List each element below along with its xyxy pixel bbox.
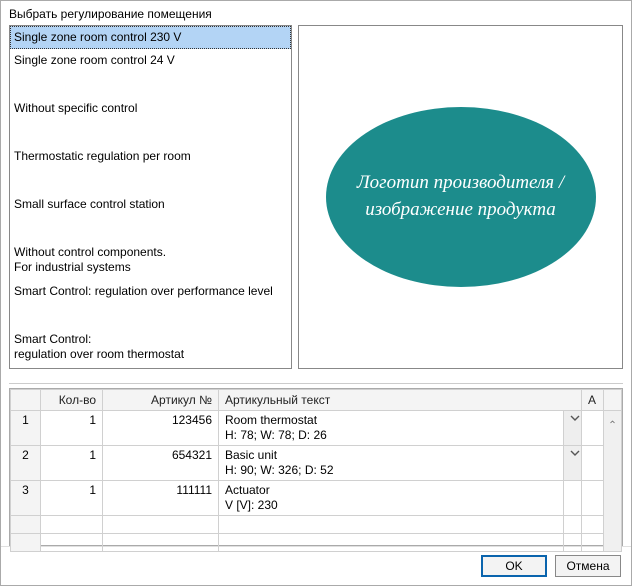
cell-qty[interactable]: 1	[41, 481, 103, 516]
cell-qty[interactable]: 1	[41, 411, 103, 446]
row-index: 1	[11, 411, 41, 446]
cell-article-text[interactable]: Actuator V [V]: 230	[219, 481, 564, 516]
hdr-index	[11, 390, 41, 411]
hdr-a[interactable]: А	[582, 390, 604, 411]
cell-a[interactable]	[582, 446, 604, 481]
list-item[interactable]: Without specific control	[10, 97, 291, 121]
cell-article-no[interactable]: 654321	[103, 446, 219, 481]
list-item[interactable]	[10, 169, 291, 193]
article-table: Кол-во Артикул № Артикульный текст А 111…	[10, 389, 622, 552]
list-item[interactable]: Smart Control, one basic unit: operation…	[10, 367, 291, 369]
divider	[9, 383, 623, 384]
hdr-scroll	[604, 390, 622, 411]
hdr-qty[interactable]: Кол-во	[41, 390, 103, 411]
hdr-article-text[interactable]: Артикульный текст	[219, 390, 582, 411]
chevron-down-icon[interactable]	[563, 446, 581, 481]
table-row	[11, 516, 622, 534]
article-table-wrap: Кол-во Артикул № Артикульный текст А 111…	[1, 388, 631, 546]
cell-article-text[interactable]: Basic unit H: 90; W: 326; D: 52	[219, 446, 564, 481]
dialog-title: Выбрать регулирование помещения	[1, 1, 631, 25]
preview-panel: Логотип производителя / изображение прод…	[298, 25, 623, 369]
table-header-row: Кол-во Артикул № Артикульный текст А	[11, 390, 622, 411]
cell-qty[interactable]: 1	[41, 446, 103, 481]
chevron-down-icon[interactable]	[563, 411, 581, 446]
table-row[interactable]: 31111111Actuator V [V]: 230	[11, 481, 622, 516]
table-row	[11, 534, 622, 552]
list-item[interactable]: Small surface control station	[10, 193, 291, 217]
cell-a[interactable]	[582, 481, 604, 516]
cell-article-no[interactable]: 111111	[103, 481, 219, 516]
list-item[interactable]: Smart Control: regulation over performan…	[10, 280, 291, 304]
list-item[interactable]	[10, 73, 291, 97]
list-item[interactable]: Single zone room control 24 V	[10, 49, 291, 73]
room-control-list[interactable]: Single zone room control 230 VSingle zon…	[9, 25, 292, 369]
list-item[interactable]: Without control components. For industri…	[10, 241, 291, 280]
list-item[interactable]: Thermostatic regulation per room	[10, 145, 291, 169]
preview-placeholder-ellipse: Логотип производителя / изображение прод…	[326, 107, 596, 287]
list-item[interactable]: Single zone room control 230 V	[10, 26, 291, 49]
ok-button[interactable]: OK	[481, 555, 547, 577]
row-index: 3	[11, 481, 41, 516]
cancel-button[interactable]: Отмена	[555, 555, 621, 577]
cell-a[interactable]	[582, 411, 604, 446]
upper-pane: Single zone room control 230 VSingle zon…	[1, 25, 631, 369]
list-item[interactable]	[10, 217, 291, 241]
scrollbar[interactable]	[604, 411, 622, 552]
list-item[interactable]	[10, 304, 291, 328]
cell-empty	[563, 481, 581, 516]
list-item[interactable]: Smart Control: regulation over room ther…	[10, 328, 291, 367]
table-row[interactable]: 21654321Basic unit H: 90; W: 326; D: 52	[11, 446, 622, 481]
article-table-box: Кол-во Артикул № Артикульный текст А 111…	[9, 388, 623, 546]
hdr-article-no[interactable]: Артикул №	[103, 390, 219, 411]
scroll-up-icon[interactable]	[610, 413, 615, 431]
table-row[interactable]: 11123456Room thermostat H: 78; W: 78; D:…	[11, 411, 622, 446]
list-item[interactable]	[10, 121, 291, 145]
cell-article-text[interactable]: Room thermostat H: 78; W: 78; D: 26	[219, 411, 564, 446]
cell-article-no[interactable]: 123456	[103, 411, 219, 446]
row-index: 2	[11, 446, 41, 481]
